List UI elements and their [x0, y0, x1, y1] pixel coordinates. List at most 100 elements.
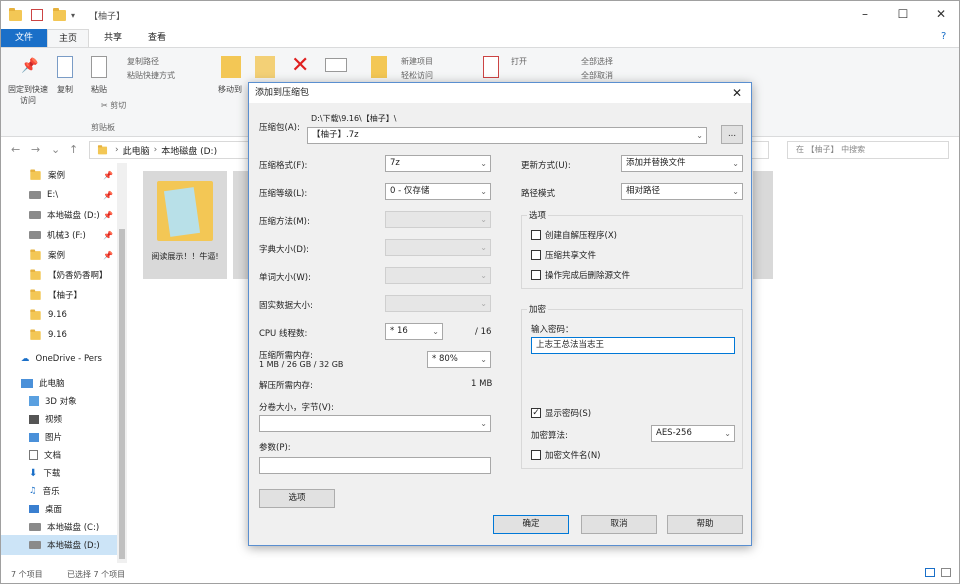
- sidebar-item-desktop[interactable]: 桌面: [1, 499, 127, 519]
- rename-icon[interactable]: [325, 58, 347, 72]
- ok-button[interactable]: 确定: [493, 515, 569, 534]
- cancel-button[interactable]: 取消: [581, 515, 657, 534]
- sidebar-scroll-thumb[interactable]: [119, 229, 125, 559]
- breadcrumb-this-pc[interactable]: 此电脑: [123, 144, 150, 157]
- breadcrumb-drive-d[interactable]: 本地磁盘 (D:): [161, 144, 217, 157]
- help-button[interactable]: 帮助: [667, 515, 743, 534]
- paste-button[interactable]: 粘贴: [87, 84, 111, 95]
- new-folder-ribbon-icon[interactable]: [371, 56, 387, 78]
- forward-arrow-icon[interactable]: →: [31, 143, 40, 156]
- sidebar-item-documents[interactable]: 文档: [1, 445, 127, 465]
- dialog-close-icon[interactable]: ✕: [727, 83, 747, 103]
- delete-icon[interactable]: ✕: [291, 54, 309, 78]
- sidebar-item-music[interactable]: ♫ 音乐: [1, 481, 127, 501]
- password-label: 输入密码：: [531, 325, 574, 335]
- large-icons-view-icon[interactable]: [941, 568, 951, 577]
- pin-icon: 📌: [103, 170, 113, 180]
- copy-button[interactable]: 复制: [53, 84, 77, 95]
- archive-directory: D:\下载\9.16\【柚子】\: [311, 114, 397, 123]
- open-button[interactable]: 打开: [511, 56, 527, 67]
- easy-access-button[interactable]: 轻松访问: [401, 70, 433, 81]
- sidebar-item-this-pc[interactable]: 此电脑: [1, 373, 127, 393]
- encrypt-filenames-checkbox[interactable]: 加密文件名(N): [531, 449, 601, 461]
- customize-toolbar-icon[interactable]: ▾: [71, 8, 75, 22]
- options-button[interactable]: 选项: [259, 489, 335, 508]
- maximize-icon[interactable]: ☐: [889, 5, 917, 23]
- parameters-input[interactable]: [259, 457, 491, 474]
- sidebar-item-youzi[interactable]: 【柚子】: [1, 285, 127, 305]
- tab-share[interactable]: 共享: [93, 29, 133, 47]
- copy-path-button[interactable]: 复制路径: [127, 56, 159, 67]
- selected-count: 已选择 7 个项目: [67, 570, 126, 579]
- sidebar-item-case-1[interactable]: 案例 📌: [1, 165, 127, 185]
- recent-chevron-icon[interactable]: ⌄: [51, 143, 60, 156]
- move-to-button[interactable]: 移动到: [213, 84, 247, 95]
- tab-home[interactable]: 主页: [47, 29, 89, 47]
- close-icon[interactable]: ✕: [927, 5, 955, 23]
- sidebar-item-pictures[interactable]: 图片: [1, 427, 127, 447]
- level-select[interactable]: 0 - 仅存储 ⌄: [385, 183, 491, 200]
- tab-file[interactable]: 文件: [1, 29, 47, 47]
- browse-button[interactable]: ...: [721, 125, 743, 144]
- sidebar-item-c-drive[interactable]: 本地磁盘 (C:): [1, 517, 127, 537]
- folder-tile-partial[interactable]: [233, 171, 249, 279]
- compress-shared-checkbox[interactable]: 压缩共享文件: [531, 249, 596, 261]
- copy-to-icon[interactable]: [255, 56, 275, 78]
- show-password-checkbox[interactable]: ✓ 显示密码(S): [531, 407, 591, 419]
- search-input[interactable]: 在 【柚子】 中搜索: [787, 141, 949, 159]
- cut-button[interactable]: ✂ 剪切: [101, 100, 126, 111]
- password-input[interactable]: 上志王总法当志王: [531, 337, 735, 354]
- pin-to-quick-access-button[interactable]: 固定到快速访问: [7, 84, 49, 106]
- delete-after-checkbox[interactable]: 操作完成后删除源文件: [531, 269, 630, 281]
- folder-tile-label: 阅读展示！！牛逼!: [151, 252, 219, 261]
- update-mode-select[interactable]: 添加并替换文件 ⌄: [621, 155, 743, 172]
- new-folder-icon[interactable]: [53, 7, 66, 22]
- help-icon[interactable]: ?: [941, 31, 946, 42]
- sidebar-item-case-2[interactable]: 案例 📌: [1, 245, 127, 265]
- folder-tile[interactable]: 阅读展示！！牛逼!: [143, 171, 227, 279]
- path-mode-select[interactable]: 相对路径 ⌄: [621, 183, 743, 200]
- dictionary-select[interactable]: ⌄: [385, 239, 491, 256]
- chevron-down-icon: ⌄: [732, 159, 739, 168]
- chevron-down-icon: ⌄: [724, 429, 731, 438]
- create-sfx-checkbox[interactable]: 创建自解压程序(X): [531, 229, 617, 241]
- details-view-icon[interactable]: [925, 568, 935, 577]
- properties-ribbon-icon[interactable]: [483, 56, 499, 78]
- up-arrow-icon[interactable]: ↑: [69, 143, 78, 156]
- sidebar-item-916-b[interactable]: 9.16: [1, 325, 127, 345]
- split-volume-label: 分卷大小，字节(V):: [259, 403, 334, 413]
- sidebar-item-milk-folder[interactable]: 【奶香奶香啊】: [1, 265, 127, 285]
- split-volume-combo[interactable]: ⌄: [259, 415, 491, 432]
- select-all-button[interactable]: 全部选择: [581, 56, 613, 67]
- sidebar-item-e-drive[interactable]: E:\ 📌: [1, 185, 127, 205]
- add-to-archive-dialog: 添加到压缩包 ✕ 压缩包(A): D:\下载\9.16\【柚子】\ 【柚子】.7…: [248, 82, 752, 546]
- sidebar-item-f-drive[interactable]: 机械3 (F:) 📌: [1, 225, 127, 245]
- folder-tile-partial-right[interactable]: [753, 171, 773, 279]
- properties-icon[interactable]: [31, 9, 43, 21]
- minimize-icon[interactable]: –: [851, 5, 879, 23]
- format-select[interactable]: 7z ⌄: [385, 155, 491, 172]
- paste-shortcut-button[interactable]: 粘贴快捷方式: [127, 70, 175, 81]
- memory-usage-select[interactable]: * 80% ⌄: [427, 351, 491, 368]
- format-label: 压缩格式(F):: [259, 161, 308, 171]
- sidebar-item-3d-objects[interactable]: 3D 对象: [1, 391, 127, 411]
- sidebar-item-downloads[interactable]: ⬇ 下载: [1, 463, 127, 483]
- tab-view[interactable]: 查看: [137, 29, 177, 47]
- new-item-button[interactable]: 新建项目: [401, 56, 433, 67]
- sidebar-item-onedrive[interactable]: ☁ OneDrive - Pers: [1, 349, 127, 369]
- sidebar-item-videos[interactable]: 视频: [1, 409, 127, 429]
- archive-name-combo[interactable]: 【柚子】.7z ⌄: [307, 127, 707, 144]
- quick-access-folder-icon[interactable]: [9, 7, 22, 22]
- solid-block-select[interactable]: ⌄: [385, 295, 491, 312]
- back-arrow-icon[interactable]: ←: [11, 143, 20, 156]
- sidebar-item-d-drive[interactable]: 本地磁盘 (D:) 📌: [1, 205, 127, 225]
- download-icon: ⬇: [29, 467, 38, 479]
- sidebar-item-916-a[interactable]: 9.16: [1, 305, 127, 325]
- cpu-threads-select[interactable]: * 16 ⌄: [385, 323, 443, 340]
- encryption-method-select[interactable]: AES-256 ⌄: [651, 425, 735, 442]
- desktop-icon: [29, 505, 39, 513]
- method-select[interactable]: ⌄: [385, 211, 491, 228]
- sidebar-item-d-drive-2[interactable]: 本地磁盘 (D:): [1, 535, 127, 555]
- select-none-button[interactable]: 全部取消: [581, 70, 613, 81]
- word-size-select[interactable]: ⌄: [385, 267, 491, 284]
